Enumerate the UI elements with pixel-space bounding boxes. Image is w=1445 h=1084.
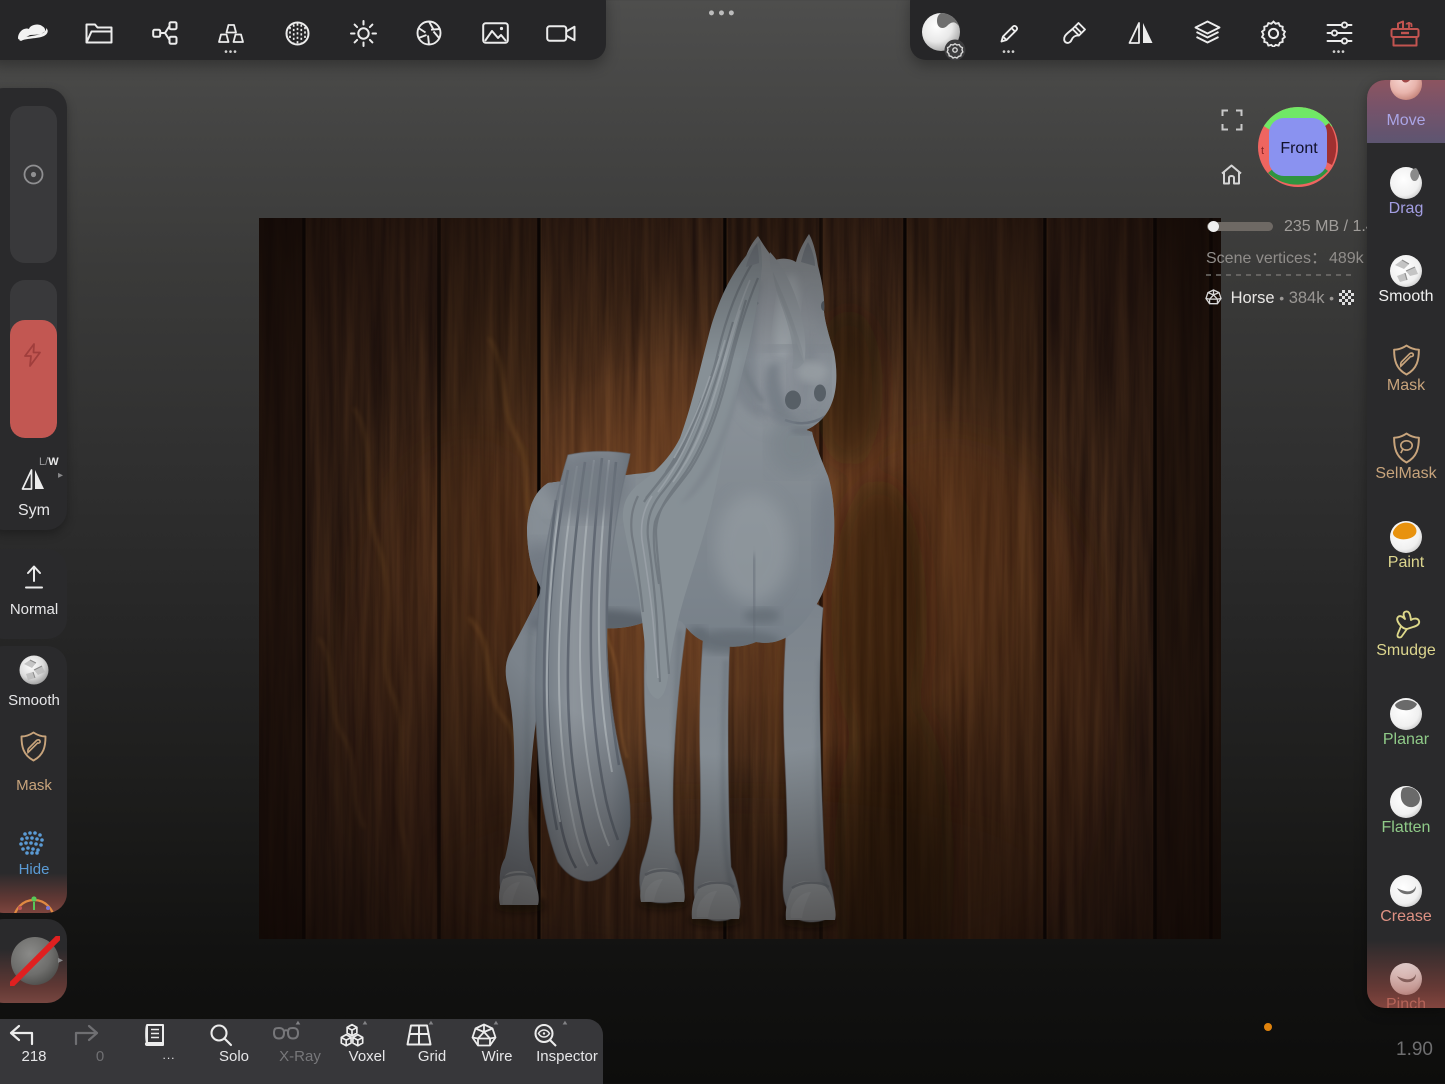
svg-text:Front: Front bbox=[1280, 140, 1318, 157]
svg-text:t: t bbox=[1261, 145, 1264, 157]
